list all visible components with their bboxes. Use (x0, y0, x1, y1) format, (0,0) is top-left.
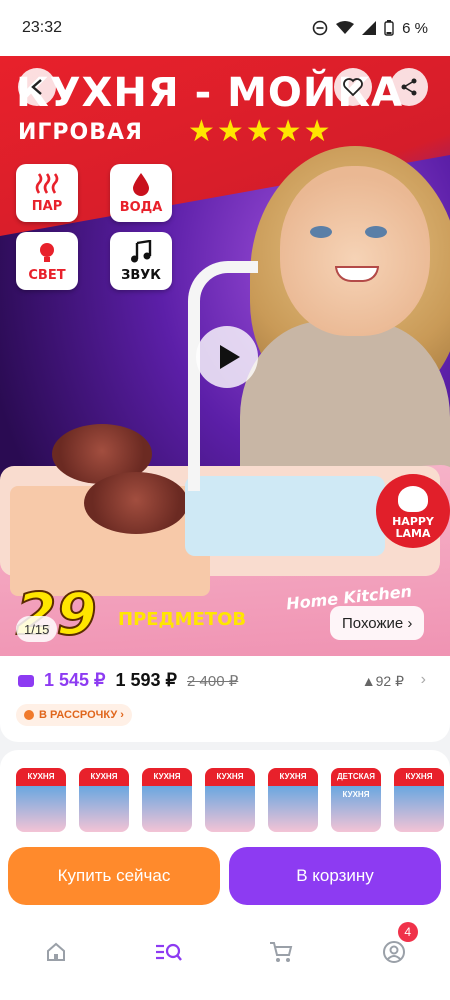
back-button[interactable] (18, 68, 56, 106)
feature-sound: ЗВУК (110, 232, 172, 290)
price-card: 1 545 ₽ 1 593 ₽ 2 400 ₽ ▲92 ₽ › В РАССРО… (0, 656, 450, 742)
variant-image (79, 786, 129, 832)
feature-label: ЗВУК (121, 267, 161, 283)
variant-image (394, 786, 444, 832)
feature-water: ВОДА (110, 164, 172, 222)
nav-home[interactable] (36, 932, 76, 972)
feature-light: СВЕТ (16, 232, 78, 290)
back-arrow-icon (31, 79, 42, 95)
variant-image (205, 786, 255, 832)
llama-logo-icon (398, 486, 428, 512)
installment-chip[interactable]: В РАССРОЧКУ › (16, 704, 132, 726)
hero-subtitle: ИГРОВАЯ (18, 120, 143, 145)
girl-eye-left (310, 226, 332, 238)
add-to-cart-button[interactable]: В корзину (229, 847, 441, 905)
variant-thumbnail[interactable]: ДЕТСКАЯ КУХНЯ (331, 768, 381, 832)
home-icon (47, 942, 66, 961)
regular-price: 1 593 ₽ (115, 670, 178, 690)
image-page-indicator: 1/15 (16, 616, 58, 642)
heart-icon (343, 78, 363, 96)
wifi-icon (336, 21, 355, 34)
variant-label: КУХНЯ (142, 768, 192, 786)
variant-label: КУХНЯ (205, 768, 255, 786)
variant-thumbnail[interactable]: КУХНЯ (394, 768, 444, 832)
variant-thumbnails: КУХНЯ КУХНЯ КУХНЯ КУХНЯ КУХНЯ ДЕТСКАЯ КУ… (0, 750, 450, 840)
variant-thumbnail[interactable]: КУХНЯ (268, 768, 318, 832)
card-price: 1 545 ₽ (44, 670, 106, 690)
status-bar: 23:32 6 % (0, 0, 450, 56)
variant-label: ДЕТСКАЯ КУХНЯ (331, 768, 381, 799)
installment-label: В РАССРОЧКУ › (39, 709, 124, 721)
brand-badge: HAPPY LAMA (376, 474, 450, 548)
water-drop-icon (133, 172, 149, 196)
battery-icon (384, 20, 394, 36)
profile-icon (382, 941, 405, 963)
battery-level: 6 % (402, 19, 428, 37)
bottom-navigation: 4 (0, 912, 450, 1000)
steam-icon (35, 172, 59, 194)
price-row[interactable]: 1 545 ₽ 1 593 ₽ 2 400 ₽ (18, 670, 238, 691)
wallet-card-icon (18, 674, 34, 687)
share-icon (401, 78, 417, 96)
profile-badge: 4 (397, 922, 418, 942)
buy-now-button[interactable]: Купить сейчас (8, 847, 220, 905)
variant-label: КУХНЯ (268, 768, 318, 786)
dnd-icon (312, 20, 328, 36)
price-change: ▲92 ₽ (361, 673, 404, 689)
cart-icon (270, 942, 293, 962)
girl-eye-right (365, 226, 387, 238)
variant-label: КУХНЯ (16, 768, 66, 786)
feature-label: СВЕТ (28, 267, 66, 283)
status-time: 23:32 (22, 19, 63, 36)
variant-image (268, 786, 318, 832)
girl-face (280, 166, 430, 336)
variant-thumbnail[interactable]: КУХНЯ (142, 768, 192, 832)
variant-thumbnail[interactable]: КУХНЯ (205, 768, 255, 832)
variant-label: КУХНЯ (79, 768, 129, 786)
nav-catalog[interactable] (149, 932, 189, 972)
toy-pan (84, 472, 188, 534)
play-video-button[interactable] (196, 326, 258, 388)
variant-thumbnail[interactable]: КУХНЯ (16, 768, 66, 832)
product-image-carousel[interactable]: КУХНЯ - МОЙКА ИГРОВАЯ ★★★★★ ПАР ВОДА СВЕ… (0, 56, 450, 656)
similar-products-button[interactable]: Похожие › (330, 606, 425, 640)
music-note-icon (131, 239, 152, 262)
feature-label: ВОДА (119, 199, 163, 215)
old-price: 2 400 ₽ (187, 672, 239, 690)
rating-stars: ★★★★★ (188, 115, 333, 148)
chevron-right-icon[interactable]: › (421, 671, 426, 689)
installment-icon (24, 710, 34, 720)
bulb-icon (40, 242, 54, 262)
feature-steam: ПАР (16, 164, 78, 222)
variant-thumbnail[interactable]: КУХНЯ (79, 768, 129, 832)
play-icon (220, 345, 240, 369)
share-button[interactable] (390, 68, 428, 106)
action-bar: Купить сейчас В корзину (0, 840, 450, 912)
nav-cart[interactable] (261, 932, 301, 972)
variant-image (142, 786, 192, 832)
favorite-button[interactable] (334, 68, 372, 106)
brand-line2: LAMA (395, 527, 431, 540)
nav-profile[interactable]: 4 (374, 922, 418, 972)
catalog-search-icon (155, 943, 182, 961)
signal-icon (362, 21, 377, 35)
status-icons: 6 % (312, 20, 428, 37)
variant-image (16, 786, 66, 832)
feature-label: ПАР (31, 198, 63, 214)
items-count-label: ПРЕДМЕТОВ (118, 609, 247, 630)
variant-label: КУХНЯ (394, 768, 444, 786)
